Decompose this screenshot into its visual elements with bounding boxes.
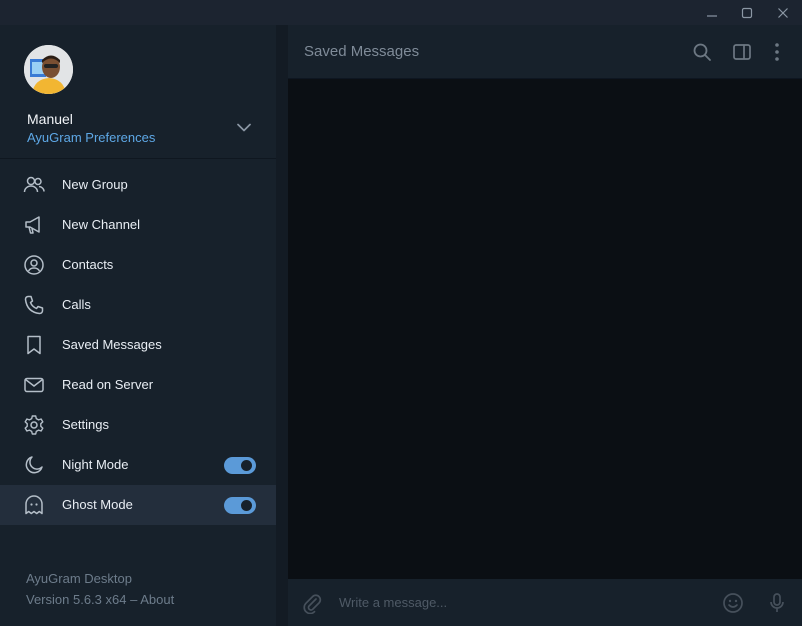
menu-item-label: Calls xyxy=(62,297,91,312)
version-text: Version 5.6.3 x64 – xyxy=(26,592,141,607)
menu-item-label: Settings xyxy=(62,417,109,432)
account-name: Manuel xyxy=(27,111,73,127)
menu-item-label: Contacts xyxy=(62,257,114,272)
chat-header: Saved Messages xyxy=(276,25,802,79)
menu-item-night-mode[interactable]: Night Mode xyxy=(0,445,276,485)
ghost-mode-toggle[interactable] xyxy=(224,497,256,514)
group-icon xyxy=(22,173,46,197)
maximize-icon xyxy=(741,7,753,19)
app-name: AyuGram Desktop xyxy=(26,571,132,586)
version-info: Version 5.6.3 x64 – About xyxy=(26,592,174,607)
menu-item-saved-messages[interactable]: Saved Messages xyxy=(0,325,276,365)
contact-icon xyxy=(22,253,46,277)
search-icon[interactable] xyxy=(690,40,714,64)
title-bar xyxy=(0,0,802,25)
drawer-shadow xyxy=(276,25,288,626)
message-area xyxy=(288,79,802,579)
account-switcher-button[interactable] xyxy=(232,118,256,138)
moon-icon xyxy=(22,453,46,477)
microphone-icon[interactable] xyxy=(765,591,789,615)
about-link[interactable]: About xyxy=(140,592,174,607)
main-menu-drawer: Manuel AyuGram Preferences New Group New… xyxy=(0,25,276,626)
close-button[interactable] xyxy=(765,0,801,25)
minimize-icon xyxy=(706,7,718,19)
menu-item-label: Read on Server xyxy=(62,377,154,392)
ghost-icon xyxy=(22,493,46,517)
menu-item-settings[interactable]: Settings xyxy=(0,405,276,445)
menu-item-new-channel[interactable]: New Channel xyxy=(0,205,276,245)
attach-icon[interactable] xyxy=(300,591,324,615)
menu-item-label: Night Mode xyxy=(62,457,129,472)
phone-icon xyxy=(22,293,46,317)
message-input[interactable]: Write a message... xyxy=(339,595,447,610)
menu-item-label: New Group xyxy=(62,177,128,192)
bookmark-icon xyxy=(22,333,46,357)
menu-item-new-group[interactable]: New Group xyxy=(0,165,276,205)
minimize-button[interactable] xyxy=(694,0,730,25)
chat-panel: Saved Messages Write a message... xyxy=(276,25,802,626)
night-mode-toggle[interactable] xyxy=(224,457,256,474)
menu-item-calls[interactable]: Calls xyxy=(0,285,276,325)
avatar[interactable] xyxy=(24,45,73,94)
envelope-icon xyxy=(22,373,46,397)
chat-title[interactable]: Saved Messages xyxy=(304,43,419,60)
sidebar-toggle-icon[interactable] xyxy=(730,40,754,64)
ayugram-preferences-link[interactable]: AyuGram Preferences xyxy=(27,130,155,145)
menu-item-ghost-mode[interactable]: Ghost Mode xyxy=(0,485,276,525)
maximize-button[interactable] xyxy=(729,0,765,25)
menu-item-label: Ghost Mode xyxy=(62,497,133,512)
drawer-menu: New Group New Channel Contacts Calls Sav… xyxy=(0,165,276,525)
close-icon xyxy=(777,7,789,19)
gear-icon xyxy=(22,413,46,437)
message-composer: Write a message... xyxy=(288,579,802,626)
toggle-knob xyxy=(241,460,252,471)
chevron-down-icon xyxy=(237,119,251,137)
megaphone-icon xyxy=(22,213,46,237)
menu-item-read-on-server[interactable]: Read on Server xyxy=(0,365,276,405)
divider xyxy=(0,158,276,159)
toggle-knob xyxy=(241,500,252,511)
menu-item-label: New Channel xyxy=(62,217,141,232)
emoji-icon[interactable] xyxy=(721,591,745,615)
more-options-icon[interactable] xyxy=(765,40,789,64)
menu-item-contacts[interactable]: Contacts xyxy=(0,245,276,285)
menu-item-label: Saved Messages xyxy=(62,337,162,352)
